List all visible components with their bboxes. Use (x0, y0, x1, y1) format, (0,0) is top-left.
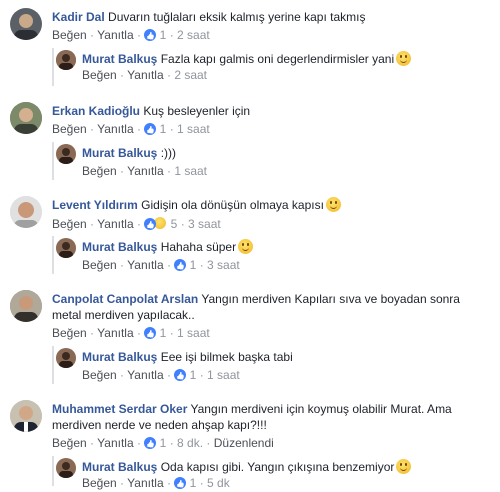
person-avatar-icon (56, 348, 76, 368)
like-reaction-icon[interactable] (144, 29, 157, 41)
reply-thread-line (52, 142, 54, 180)
like-reaction-icon[interactable] (174, 259, 187, 271)
timestamp[interactable]: 3 saat (207, 258, 240, 272)
reply-link[interactable]: Yanıtla (127, 164, 163, 178)
reply-thread-line (52, 456, 54, 486)
reply-thread-line (52, 236, 54, 274)
reply-text: Fazla kapı galmis oni degerlendirmisler … (160, 52, 395, 66)
like-link[interactable]: Beğen (82, 368, 117, 382)
reply-link[interactable]: Yanıtla (127, 258, 163, 272)
comment-author[interactable]: Erkan Kadioğlu (52, 104, 140, 118)
reaction-count[interactable]: 1 (160, 326, 167, 340)
reply-author[interactable]: Murat Balkuş (82, 146, 157, 160)
smile-emoji-icon (238, 239, 254, 254)
like-reaction-icon[interactable] (144, 327, 157, 339)
smile-emoji-icon (396, 459, 412, 474)
reply-link[interactable]: Yanıtla (97, 217, 133, 231)
reply-link[interactable]: Yanıtla (97, 326, 133, 340)
reply-text: Hahaha süper (160, 240, 237, 254)
reaction-count[interactable]: 5 (171, 217, 178, 231)
timestamp[interactable]: 3 saat (188, 217, 221, 231)
reaction-count[interactable]: 1 (190, 258, 197, 272)
timestamp[interactable]: 1 saat (174, 164, 207, 178)
reaction-count[interactable]: 1 (190, 476, 197, 490)
reply-link[interactable]: Yanıtla (97, 436, 133, 450)
reaction-count[interactable]: 1 (160, 122, 167, 136)
reply-text: Eee işi bilmek başka tabi (160, 350, 293, 364)
comment-text: Yangın merdiven Kapıları sıva ve boyadan… (201, 292, 460, 306)
reply-avatar[interactable] (56, 50, 76, 70)
reply-link[interactable]: Yanıtla (97, 122, 133, 136)
reply-author[interactable]: Murat Balkuş (82, 240, 157, 254)
reaction-count[interactable]: 1 (160, 436, 167, 450)
comment-text: Gidişin ola dönüşün olmaya kapısı (141, 198, 324, 212)
comment-text-line-2: merdiven nerde ve neden ahşap kapı?!!! (52, 418, 267, 432)
like-reaction-icon[interactable] (174, 477, 187, 489)
like-link[interactable]: Beğen (52, 436, 87, 450)
like-reaction-icon[interactable] (144, 437, 157, 449)
comment-author[interactable]: Muhammet Serdar Oker (52, 402, 187, 416)
comment-text: Duvarın tuğlaları eksik kalmış yerine ka… (108, 10, 366, 24)
timestamp[interactable]: 5 dk (207, 476, 230, 490)
avatar[interactable] (10, 102, 42, 134)
person-avatar-icon (56, 238, 76, 258)
avatar[interactable] (10, 196, 42, 228)
avatar[interactable] (10, 400, 42, 432)
reply-text: :))) (160, 146, 177, 160)
like-link[interactable]: Beğen (82, 68, 117, 82)
comment-author[interactable]: Canpolat Canpolat Arslan (52, 292, 198, 306)
like-link[interactable]: Beğen (52, 217, 87, 231)
reply-author[interactable]: Murat Balkuş (82, 460, 157, 474)
like-reaction-icon[interactable] (174, 369, 187, 381)
like-link[interactable]: Beğen (82, 164, 117, 178)
person-avatar-icon (56, 144, 76, 164)
person-avatar-icon (10, 400, 42, 432)
timestamp[interactable]: 2 saat (177, 28, 210, 42)
comment-author[interactable]: Levent Yıldırım (52, 198, 138, 212)
like-link[interactable]: Beğen (82, 476, 117, 490)
reply-author[interactable]: Murat Balkuş (82, 52, 157, 66)
person-avatar-icon (56, 50, 76, 70)
reply-link[interactable]: Yanıtla (127, 476, 163, 490)
like-link[interactable]: Beğen (52, 326, 87, 340)
smile-emoji-icon (325, 197, 341, 212)
reply-avatar[interactable] (56, 458, 76, 478)
comment-text: Kuş besleyenler için (143, 104, 251, 118)
avatar[interactable] (10, 8, 42, 40)
person-avatar-icon (10, 196, 42, 228)
reply-avatar[interactable] (56, 144, 76, 164)
person-avatar-icon (10, 102, 42, 134)
reply-link[interactable]: Yanıtla (127, 68, 163, 82)
edited-link[interactable]: Düzenlendi (214, 436, 274, 450)
reaction-count[interactable]: 1 (160, 28, 167, 42)
reply-text: Oda kapısı gibi. Yangın çıkışına benzemi… (160, 460, 395, 474)
like-link[interactable]: Beğen (82, 258, 117, 272)
timestamp[interactable]: 1 saat (177, 326, 210, 340)
reply-author[interactable]: Murat Balkuş (82, 350, 157, 364)
reply-thread-line (52, 346, 54, 384)
like-link[interactable]: Beğen (52, 122, 87, 136)
comment-author[interactable]: Kadir Dal (52, 10, 105, 24)
smile-emoji-icon (396, 51, 412, 66)
reaction-count[interactable]: 1 (190, 368, 197, 382)
like-reaction-icon[interactable] (144, 123, 157, 135)
reply-thread-line (52, 48, 54, 86)
timestamp[interactable]: 1 saat (207, 368, 240, 382)
person-avatar-icon (14, 14, 38, 40)
timestamp[interactable]: 2 saat (174, 68, 207, 82)
avatar[interactable] (10, 290, 42, 322)
comment-text: Yangın merdiveni için koymuş olabilir Mu… (190, 402, 452, 416)
reply-link[interactable]: Yanıtla (127, 368, 163, 382)
reply-avatar[interactable] (56, 348, 76, 368)
person-avatar-icon (10, 290, 42, 322)
reply-avatar[interactable] (56, 238, 76, 258)
timestamp[interactable]: 8 dk. (177, 436, 203, 450)
comment-text-line-2: metal merdiven yapılacak.. (52, 308, 195, 322)
like-reaction-icon[interactable] (144, 218, 157, 230)
timestamp[interactable]: 1 saat (177, 122, 210, 136)
like-link[interactable]: Beğen (52, 28, 87, 42)
person-avatar-icon (56, 458, 76, 478)
reply-link[interactable]: Yanıtla (97, 28, 133, 42)
